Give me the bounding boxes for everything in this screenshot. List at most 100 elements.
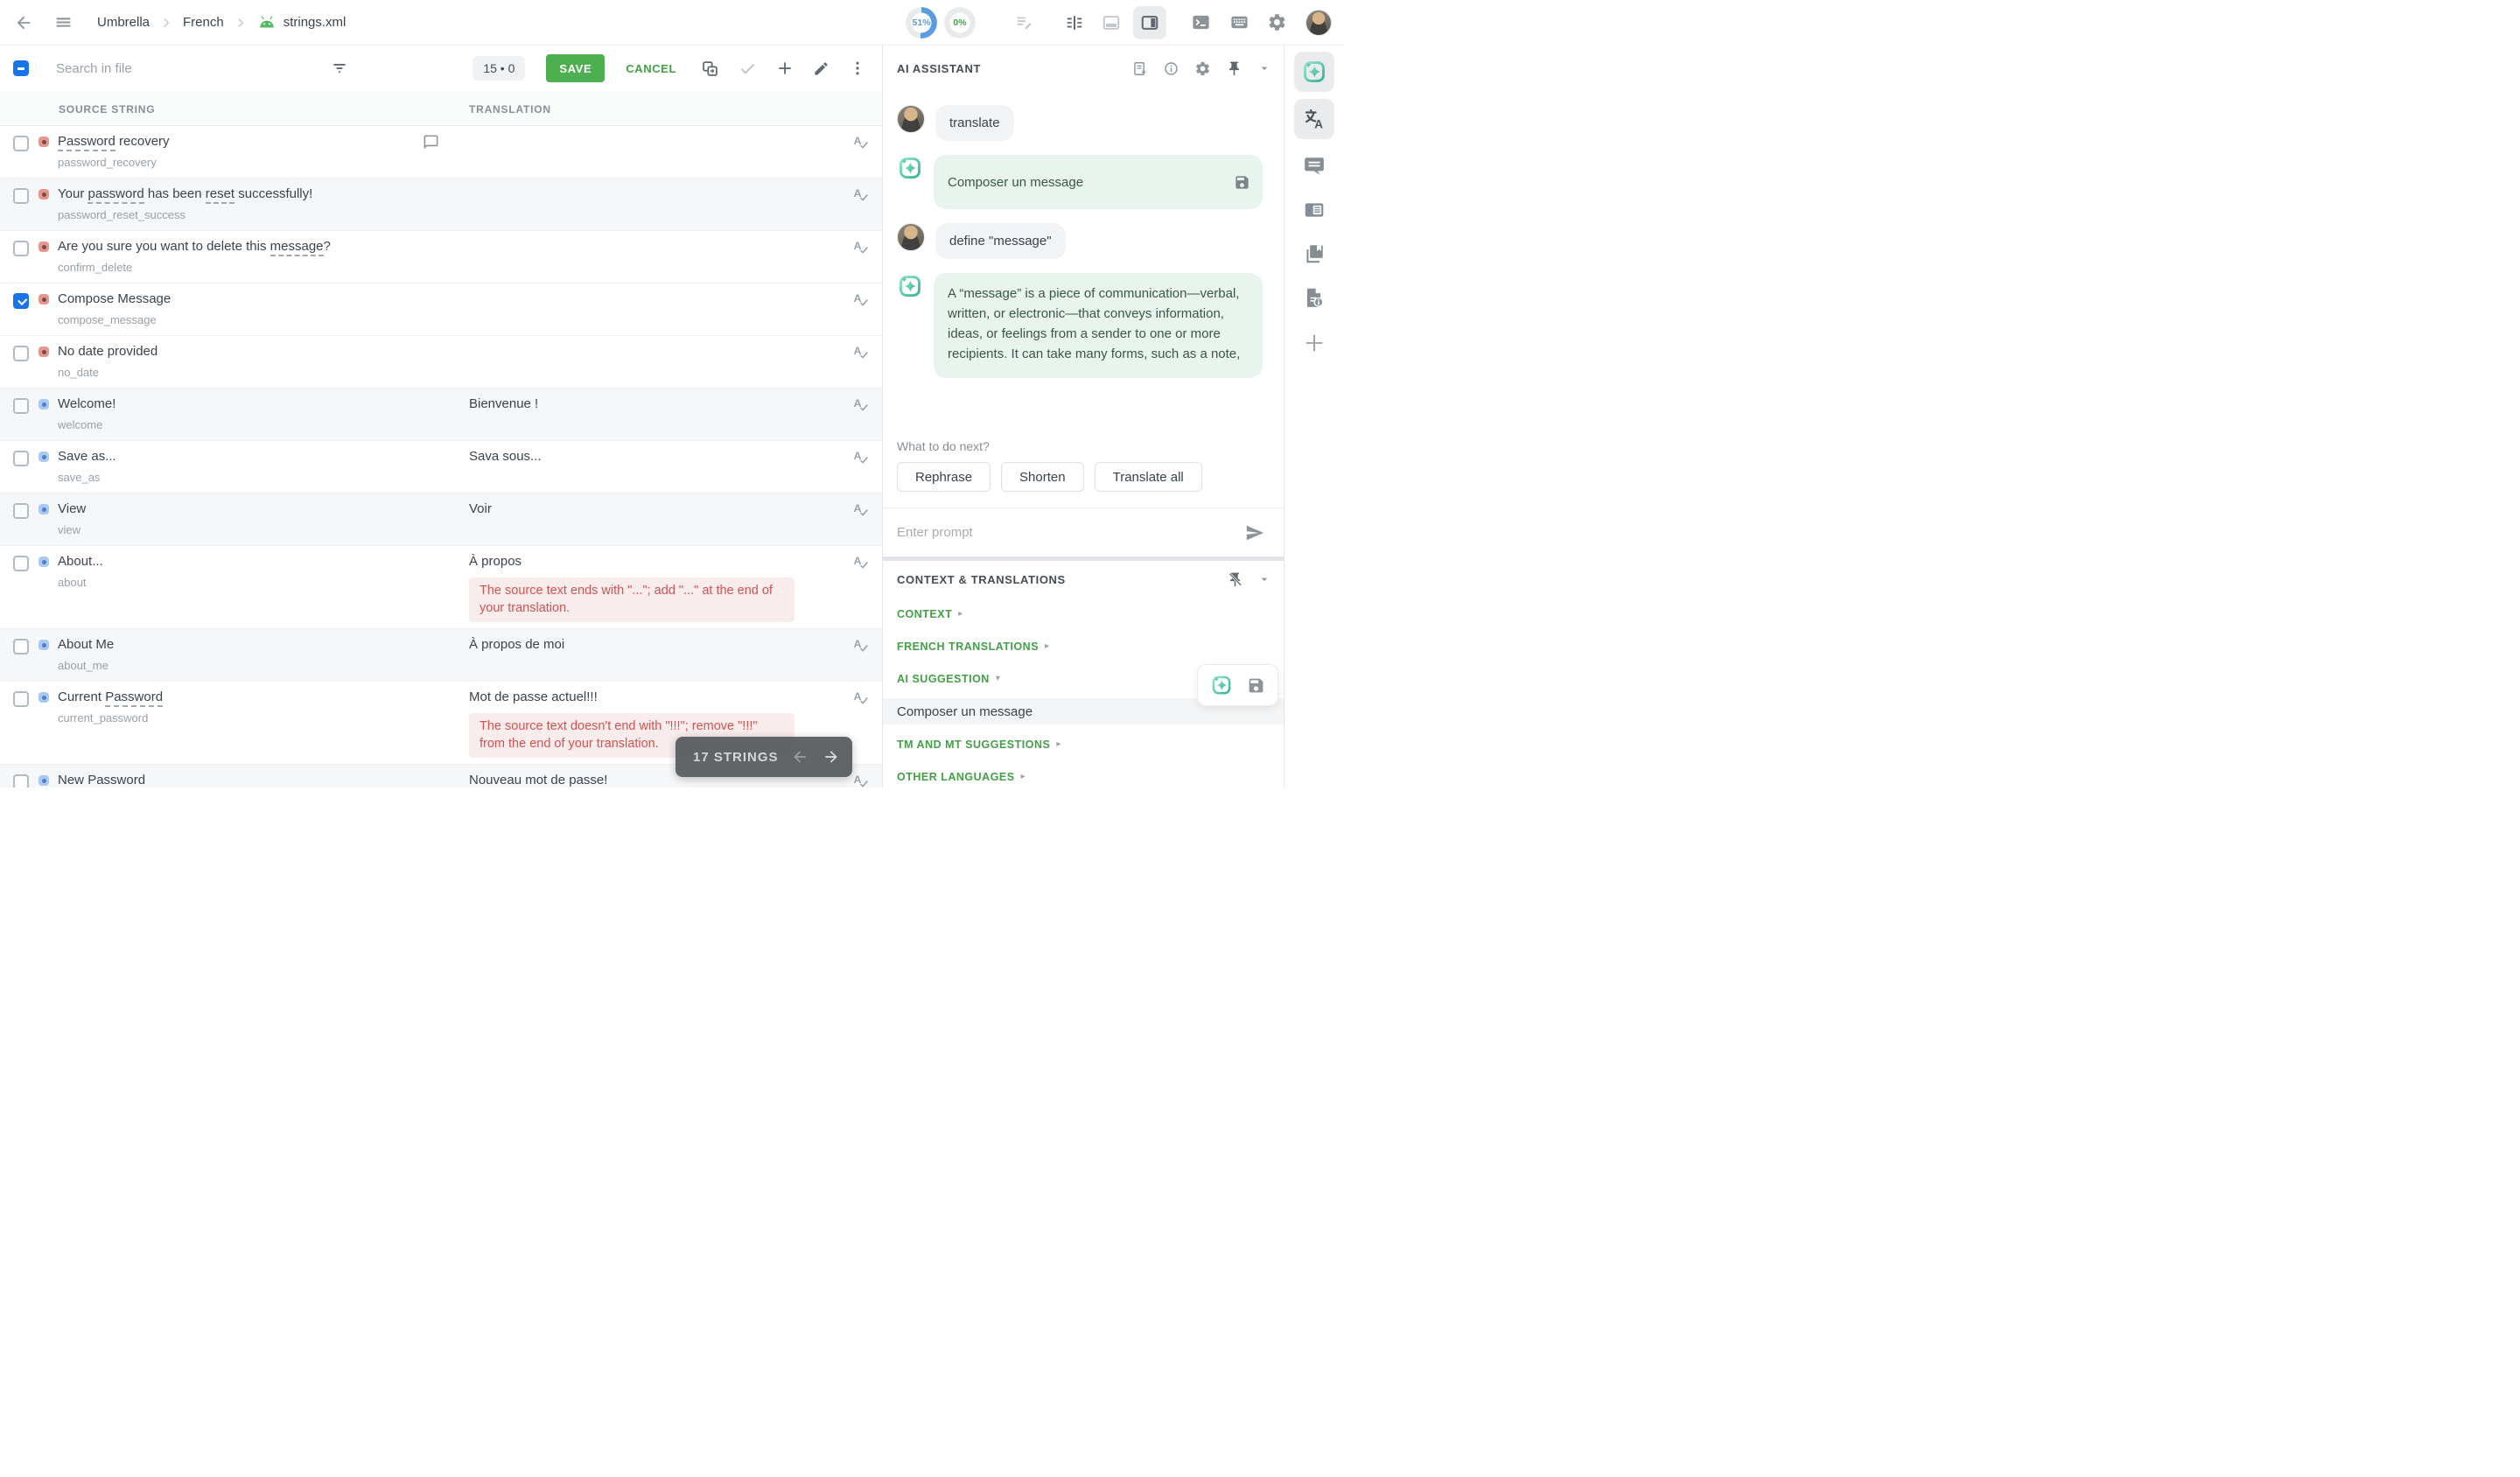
translate-tab-icon[interactable]: A xyxy=(1294,99,1334,139)
right-panel-view-icon[interactable] xyxy=(1133,6,1166,39)
tm-suggestions-tab-icon[interactable] xyxy=(1294,197,1334,223)
status-badge xyxy=(38,775,49,786)
save-suggestion-icon[interactable] xyxy=(1247,676,1265,695)
console-icon[interactable] xyxy=(1191,12,1211,32)
settings-gear-icon[interactable] xyxy=(1267,12,1287,32)
file-info-tab-icon[interactable] xyxy=(1294,284,1334,311)
strings-pager: 17 STRINGS xyxy=(676,737,852,777)
row-checkbox[interactable] xyxy=(13,241,29,256)
table-row[interactable]: Are you sure you want to delete this mes… xyxy=(0,231,882,284)
string-key: welcome xyxy=(58,416,443,434)
row-checkbox[interactable] xyxy=(13,293,29,309)
add-panel-icon[interactable] xyxy=(1294,330,1334,356)
row-checkbox[interactable] xyxy=(13,691,29,707)
row-checkbox[interactable] xyxy=(13,398,29,414)
prompt-input[interactable] xyxy=(897,525,1245,540)
status-badge xyxy=(38,504,49,514)
proofread-icon[interactable]: A xyxy=(851,772,870,788)
copy-source-icon[interactable] xyxy=(701,60,719,78)
chevron-down-icon[interactable] xyxy=(1257,61,1271,75)
breadcrumb-item[interactable]: French xyxy=(183,15,224,30)
save-suggestion-icon[interactable] xyxy=(1234,174,1250,191)
proofread-icon[interactable]: A xyxy=(851,238,870,256)
avatar[interactable] xyxy=(1306,10,1332,36)
glossary-tab-icon[interactable] xyxy=(1294,241,1334,267)
table-row[interactable]: ViewviewVoirA xyxy=(0,494,882,546)
table-row[interactable]: Your password has been reset successfull… xyxy=(0,178,882,231)
quick-action-button[interactable]: Rephrase xyxy=(897,462,990,492)
approved-progress-ring[interactable]: 0% xyxy=(944,7,976,38)
row-checkbox[interactable] xyxy=(13,774,29,788)
table-row[interactable]: About Meabout_meÀ propos de moiA xyxy=(0,629,882,682)
unpin-icon[interactable] xyxy=(1227,571,1243,588)
add-string-icon[interactable] xyxy=(776,60,794,77)
table-row[interactable]: Save as...save_asSava sous...A xyxy=(0,441,882,494)
bottom-panel-view-icon[interactable] xyxy=(1102,13,1121,32)
menu-icon[interactable] xyxy=(54,13,73,32)
ai-assistant-tab-icon[interactable] xyxy=(1294,52,1334,92)
search-input[interactable] xyxy=(56,61,318,76)
edit-pencil-icon[interactable] xyxy=(813,60,830,77)
proofread-icon[interactable]: A xyxy=(851,689,870,707)
row-checkbox[interactable] xyxy=(13,346,29,361)
row-checkbox[interactable] xyxy=(13,136,29,151)
prev-page-icon[interactable] xyxy=(791,748,808,766)
back-icon[interactable] xyxy=(14,13,33,32)
next-page-icon[interactable] xyxy=(822,748,840,766)
table-row[interactable]: Password recoverypassword_recoveryA xyxy=(0,126,882,178)
proofread-icon[interactable]: A xyxy=(851,500,870,519)
quick-action-button[interactable]: Translate all xyxy=(1095,462,1202,492)
context-section-context[interactable]: CONTEXT▸ xyxy=(883,598,1284,630)
proofread-icon[interactable]: A xyxy=(851,396,870,414)
translated-progress-ring[interactable]: 51% xyxy=(906,7,937,38)
info-icon[interactable] xyxy=(1163,60,1180,77)
context-header: CONTEXT & TRANSLATIONS xyxy=(883,561,1284,598)
row-checkbox[interactable] xyxy=(13,503,29,519)
assistant-settings-icon[interactable] xyxy=(1194,60,1211,77)
row-checkbox[interactable] xyxy=(13,451,29,466)
ai-sparkle-icon[interactable] xyxy=(1210,674,1233,696)
section-label: OTHER LANGUAGES xyxy=(897,771,1015,783)
ai-sparkle-icon xyxy=(897,273,923,299)
proofread-icon[interactable]: A xyxy=(851,133,870,151)
proofread-icon[interactable]: A xyxy=(851,636,870,654)
source-text-segment: Are you sure you want to delete this xyxy=(58,239,270,254)
side-by-side-view-icon[interactable] xyxy=(1065,13,1084,32)
feedback-note-icon[interactable] xyxy=(1131,60,1148,77)
table-row[interactable]: About...aboutÀ proposThe source text end… xyxy=(0,546,882,629)
comments-tab-icon[interactable] xyxy=(1294,153,1334,179)
row-checkbox[interactable] xyxy=(13,188,29,204)
proofread-icon[interactable]: A xyxy=(851,290,870,309)
send-icon[interactable] xyxy=(1245,523,1264,542)
context-section-other-languages[interactable]: OTHER LANGUAGES▸ xyxy=(883,760,1284,793)
context-section-tm-and-mt-suggestions[interactable]: TM AND MT SUGGESTIONS▸ xyxy=(883,728,1284,760)
approve-check-icon[interactable] xyxy=(738,60,757,78)
select-all-checkbox[interactable] xyxy=(13,60,29,76)
comment-bubble-icon[interactable] xyxy=(423,134,439,150)
source-cell: Save as...save_as xyxy=(58,445,469,486)
status-badge xyxy=(38,346,49,357)
table-row[interactable]: No date providedno_dateA xyxy=(0,336,882,388)
keyboard-icon[interactable] xyxy=(1229,12,1250,32)
section-label: FRENCH TRANSLATIONS xyxy=(897,640,1039,653)
more-menu-icon[interactable] xyxy=(849,60,866,77)
row-checkbox[interactable] xyxy=(13,556,29,571)
context-section-french-translations[interactable]: FRENCH TRANSLATIONS▸ xyxy=(883,630,1284,662)
filter-icon[interactable] xyxy=(331,60,348,77)
context-chevron-down-icon[interactable] xyxy=(1257,572,1271,586)
table-row[interactable]: Welcome!welcomeBienvenue !A xyxy=(0,388,882,441)
pin-icon[interactable] xyxy=(1226,60,1242,77)
row-checkbox[interactable] xyxy=(13,639,29,654)
proofread-icon[interactable]: A xyxy=(851,343,870,361)
table-row[interactable]: Compose Messagecompose_messageA xyxy=(0,284,882,336)
cancel-button[interactable]: CANCEL xyxy=(626,62,676,75)
proofread-icon[interactable]: A xyxy=(851,448,870,466)
proofread-icon[interactable]: A xyxy=(851,553,870,571)
glossary-term: Password xyxy=(58,134,116,151)
quick-action-button[interactable]: Shorten xyxy=(1001,462,1084,492)
proofread-icon[interactable]: A xyxy=(851,186,870,204)
breadcrumb-item[interactable]: strings.xml xyxy=(284,15,346,30)
breadcrumb-item[interactable]: Umbrella xyxy=(97,15,150,30)
string-key: no_date xyxy=(58,364,443,382)
save-button[interactable]: SAVE xyxy=(546,54,605,82)
